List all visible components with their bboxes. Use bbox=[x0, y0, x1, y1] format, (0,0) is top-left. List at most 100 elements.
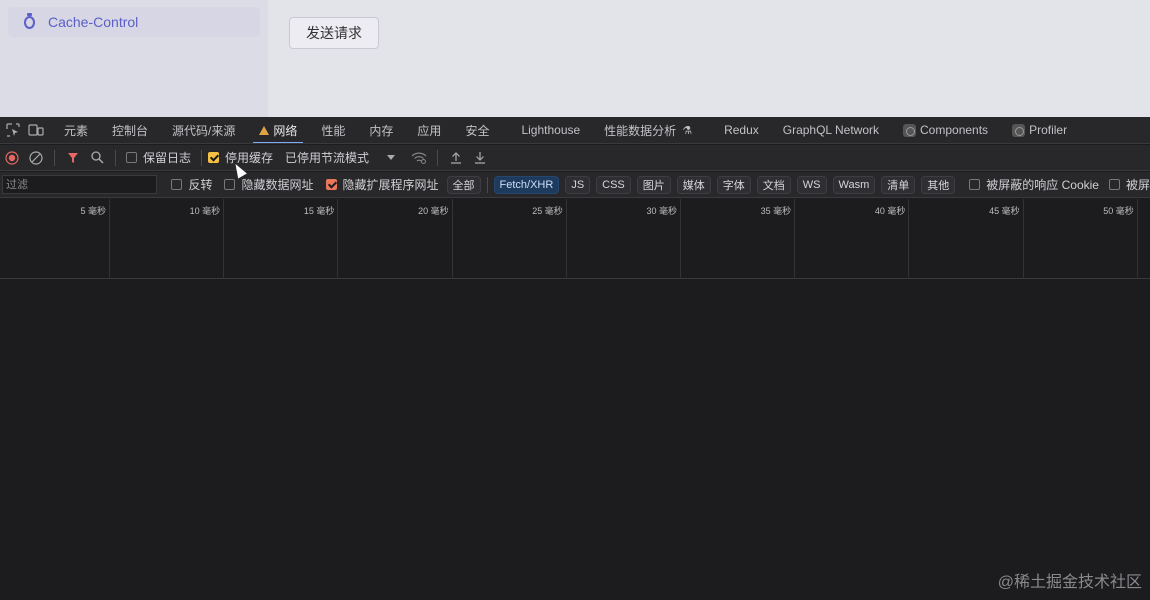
tab-components[interactable]: Components bbox=[891, 117, 1000, 143]
tab-security[interactable]: 安全 bbox=[453, 117, 501, 143]
divider bbox=[54, 149, 55, 166]
tab-lighthouse[interactable]: Lighthouse bbox=[509, 117, 592, 143]
tab-network-label: 网络 bbox=[273, 123, 298, 138]
timeline-tick-label: 40 毫秒 bbox=[874, 206, 906, 216]
devtools-tabbar: 元素 控制台 源代码/来源 网络 性能 内存 应用 安全 Lighthouse … bbox=[0, 117, 1150, 144]
type-chip-ws[interactable]: WS bbox=[796, 175, 827, 194]
type-chip-css[interactable]: CSS bbox=[596, 175, 631, 194]
timeline-tick: 40 毫秒 bbox=[795, 199, 910, 279]
timeline-tick: 10 毫秒 bbox=[110, 199, 225, 279]
timeline-tick-label: 35 毫秒 bbox=[760, 206, 792, 216]
timeline-tick: 5 毫秒 bbox=[0, 199, 110, 279]
timeline-tick: 50 毫秒 bbox=[1024, 199, 1138, 279]
divider bbox=[115, 149, 116, 166]
timeline-tick-label: 50 毫秒 bbox=[1103, 206, 1134, 216]
tab-application[interactable]: 应用 bbox=[405, 117, 453, 143]
hide-data-urls-label: 隐藏数据网址 bbox=[241, 178, 314, 192]
clear-icon[interactable] bbox=[24, 145, 48, 171]
network-toolbar: 保留日志 停用缓存 已停用节流模式 bbox=[0, 145, 1150, 171]
timeline-tick-label: 5 毫秒 bbox=[80, 206, 106, 216]
blocked-cookies-option[interactable]: 被屏蔽的响应 Cookie bbox=[969, 176, 1099, 193]
divider bbox=[486, 176, 488, 193]
timeline-tick: 25 毫秒 bbox=[453, 199, 567, 279]
timeline-tick-label: 20 毫秒 bbox=[418, 206, 449, 216]
divider bbox=[201, 149, 203, 166]
throttling-value: 已停用节流模式 bbox=[285, 151, 370, 165]
timer-icon bbox=[24, 12, 35, 29]
screen: Cache-Control 发送请求 元素 控制台 源代码/来源 网络 性能 内… bbox=[0, 0, 1150, 600]
timeline-tick: 20 毫秒 bbox=[338, 199, 453, 279]
flask-icon: ⚗ bbox=[682, 124, 693, 137]
sidebar-item-label: Cache-Control bbox=[48, 14, 139, 30]
network-overview-timeline[interactable]: 5 毫秒 10 毫秒 15 毫秒 20 毫秒 25 毫秒 30 毫秒 35 毫秒 40 毫秒 4… bbox=[0, 199, 1150, 279]
inspect-element-icon[interactable] bbox=[3, 120, 23, 140]
blocked-requests-label: 被屏 bbox=[1125, 178, 1150, 192]
invert-option[interactable]: 反转 bbox=[171, 176, 212, 193]
timeline-tick-label: 15 毫秒 bbox=[303, 206, 335, 216]
tab-components-label: Components bbox=[920, 123, 989, 137]
network-filterbar: 反转 隐藏数据网址 隐藏扩展程序网址 全部 Fetch/XHR JS CSS 图… bbox=[0, 172, 1150, 198]
tab-network[interactable]: 网络 bbox=[247, 117, 309, 143]
network-conditions-icon[interactable] bbox=[407, 145, 431, 171]
hide-extension-urls-option[interactable]: 隐藏扩展程序网址 bbox=[325, 176, 439, 193]
type-chip-doc[interactable]: 文档 bbox=[756, 175, 791, 194]
tab-sources[interactable]: 源代码/来源 bbox=[160, 117, 247, 143]
filter-input[interactable] bbox=[2, 175, 158, 194]
search-icon[interactable] bbox=[85, 145, 109, 171]
tab-elements[interactable]: 元素 bbox=[52, 117, 100, 143]
blocked-cookies-label: 被屏蔽的响应 Cookie bbox=[986, 178, 1099, 192]
blocked-cookies-checkbox[interactable] bbox=[969, 179, 981, 190]
tab-console[interactable]: 控制台 bbox=[100, 117, 160, 143]
type-chip-all[interactable]: 全部 bbox=[446, 175, 481, 194]
type-chip-media[interactable]: 媒体 bbox=[676, 175, 711, 194]
hide-extension-urls-checkbox[interactable] bbox=[325, 179, 337, 190]
watermark: @稀土掘金技术社区 bbox=[997, 574, 1142, 591]
react-icon bbox=[903, 123, 917, 137]
type-chip-other[interactable]: 其他 bbox=[921, 175, 956, 194]
filter-icon[interactable] bbox=[61, 145, 85, 171]
tab-graphql-network[interactable]: GraphQL Network bbox=[771, 117, 891, 143]
react-icon bbox=[1012, 123, 1026, 137]
hide-extension-urls-label: 隐藏扩展程序网址 bbox=[342, 178, 439, 192]
tab-profiler[interactable]: Profiler bbox=[1000, 117, 1079, 143]
blocked-requests-option[interactable]: 被屏 bbox=[1108, 176, 1150, 193]
divider bbox=[437, 149, 439, 166]
page-sidebar: Cache-Control bbox=[0, 0, 268, 117]
timeline-tick: 35 毫秒 bbox=[681, 199, 796, 279]
invert-label: 反转 bbox=[188, 178, 213, 192]
timeline-tick-label: 10 毫秒 bbox=[189, 206, 221, 216]
send-request-button[interactable]: 发送请求 bbox=[289, 17, 379, 49]
hide-data-urls-checkbox[interactable] bbox=[224, 179, 236, 190]
preserve-log-checkbox[interactable] bbox=[126, 152, 137, 163]
tab-performance[interactable]: 性能 bbox=[309, 117, 357, 143]
type-chip-js[interactable]: JS bbox=[565, 175, 591, 194]
warning-icon bbox=[259, 125, 270, 135]
tab-performance-insights[interactable]: 性能数据分析 ⚗ bbox=[592, 117, 704, 143]
record-stop-icon[interactable] bbox=[0, 145, 24, 171]
timeline-tick-label: 45 毫秒 bbox=[989, 206, 1020, 216]
blocked-requests-checkbox[interactable] bbox=[1108, 179, 1120, 190]
tab-redux[interactable]: Redux bbox=[712, 117, 771, 143]
preserve-log-label: 保留日志 bbox=[143, 151, 192, 165]
tab-memory[interactable]: 内存 bbox=[357, 117, 405, 143]
throttling-select[interactable]: 已停用节流模式 bbox=[285, 149, 396, 166]
resource-type-filters: 全部 Fetch/XHR JS CSS 图片 媒体 字体 文档 WS Wasm … bbox=[446, 175, 962, 194]
export-har-icon[interactable] bbox=[468, 145, 492, 171]
type-chip-manifest[interactable]: 清单 bbox=[881, 175, 916, 194]
type-chip-font[interactable]: 字体 bbox=[716, 175, 751, 194]
disable-cache-checkbox[interactable] bbox=[208, 152, 220, 163]
invert-checkbox[interactable] bbox=[171, 179, 183, 190]
timeline-tick: 15 毫秒 bbox=[224, 199, 339, 279]
device-toggle-icon[interactable] bbox=[26, 120, 46, 140]
timeline-tick: 30 毫秒 bbox=[567, 199, 681, 279]
type-chip-img[interactable]: 图片 bbox=[636, 175, 671, 194]
sidebar-item-cache-control[interactable]: Cache-Control bbox=[8, 7, 260, 37]
type-chip-wasm[interactable]: Wasm bbox=[832, 175, 876, 194]
import-har-icon[interactable] bbox=[444, 145, 468, 171]
tab-profiler-label: Profiler bbox=[1029, 123, 1068, 137]
timeline-tick: 45 毫秒 bbox=[909, 199, 1024, 279]
type-chip-fetch-xhr[interactable]: Fetch/XHR bbox=[493, 175, 560, 194]
web-page: Cache-Control 发送请求 bbox=[0, 0, 1150, 117]
tab-performance-insights-label: 性能数据分析 bbox=[604, 123, 677, 138]
timeline-tick-label: 25 毫秒 bbox=[532, 206, 563, 216]
